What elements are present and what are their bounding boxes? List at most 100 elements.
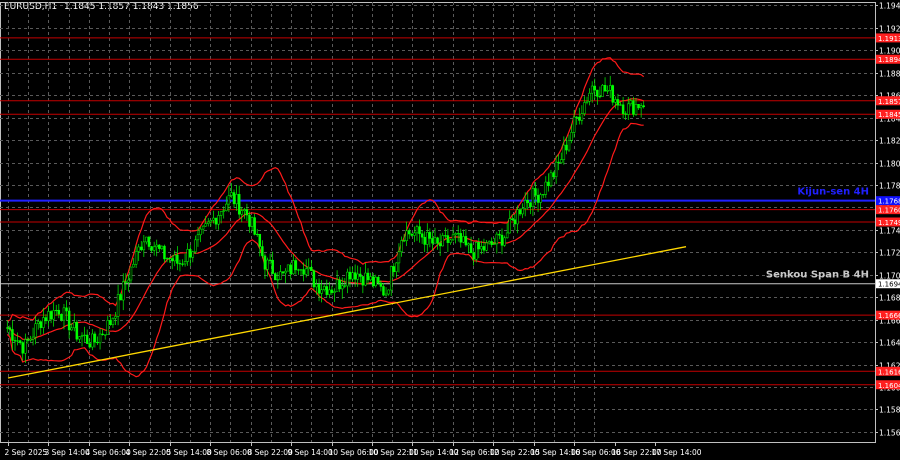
candle-body [21, 342, 24, 354]
candle-body [271, 259, 274, 274]
candle-body [590, 85, 594, 94]
candle-body [243, 209, 246, 212]
candle-body [152, 246, 156, 251]
candle-body [286, 264, 290, 272]
candle-body [294, 260, 298, 271]
candle-body [603, 84, 607, 92]
candle-body [232, 192, 236, 205]
candle-body [395, 262, 398, 272]
candle-body [165, 257, 169, 260]
candle-body [529, 202, 532, 207]
candle-body [518, 209, 522, 215]
candle-body [250, 217, 254, 227]
price-marker-text: 1.1894 [878, 56, 900, 64]
y-tick-label: 1.1902 [879, 47, 900, 56]
x-tick-label: 17 Sep 14:00 [652, 448, 702, 457]
candle-body [101, 333, 104, 335]
candle-body [449, 239, 452, 243]
candle-body [217, 215, 220, 225]
candle-body [299, 269, 303, 271]
candle-body [322, 286, 326, 290]
candle-body [611, 85, 615, 103]
candle-body [536, 194, 540, 203]
candle-body [297, 269, 300, 271]
candle-body [317, 284, 321, 294]
candle-body [361, 276, 365, 286]
candle-body [186, 249, 189, 262]
price-chart[interactable]: 1.19421.19221.19021.18821.18621.18421.18… [0, 0, 900, 460]
candle-body [85, 334, 89, 344]
candle-body [467, 243, 470, 246]
candle-body [237, 194, 241, 215]
candle-body [248, 214, 251, 227]
candle-body [261, 246, 264, 257]
candle-body [304, 268, 308, 275]
candle-body [606, 90, 609, 92]
candle-body [420, 233, 424, 238]
candle-body [88, 343, 91, 348]
candle-body [258, 233, 262, 247]
candle-body [549, 172, 553, 187]
price-marker-text: 1.1604 [878, 382, 900, 390]
candle-body [565, 144, 568, 151]
candle-body [36, 321, 40, 325]
candle-body [80, 335, 84, 337]
candle-body [428, 232, 432, 239]
candle-body [541, 194, 545, 196]
candle-body [588, 92, 591, 102]
candle-body [366, 272, 370, 281]
candle-body [196, 234, 200, 241]
candle-body [44, 317, 48, 322]
price-marker-text: 1.1768 [878, 198, 900, 206]
candle-body [328, 289, 331, 295]
candle-body [521, 208, 524, 215]
candle-body [320, 289, 323, 294]
candle-body [629, 100, 633, 105]
candle-body [436, 237, 439, 244]
candle-body [335, 279, 339, 292]
candle-body [111, 317, 115, 325]
y-tick-label: 1.1682 [879, 294, 900, 303]
candle-body [431, 238, 434, 244]
candle-body [575, 116, 578, 118]
candle-body [98, 333, 102, 344]
candle-body [469, 243, 473, 254]
candle-body [560, 159, 563, 163]
candle-body [405, 230, 408, 241]
candle-body [353, 272, 357, 280]
y-tick-label: 1.1922 [879, 25, 900, 34]
candle-body [585, 101, 589, 103]
candle-body [454, 233, 457, 236]
candle-body [163, 245, 166, 260]
y-tick-label: 1.1782 [879, 182, 900, 191]
candle-body [204, 223, 207, 227]
candle-body [240, 210, 243, 215]
candle-body [134, 251, 138, 265]
candle-body [526, 200, 530, 204]
candle-body [593, 85, 596, 91]
candle-body [392, 266, 396, 272]
candle-body [433, 237, 437, 244]
price-marker-text: 1.1845 [878, 111, 900, 119]
candle-body [402, 240, 406, 242]
candle-body [78, 336, 81, 340]
candle-body [109, 320, 112, 325]
price-marker-text: 1.1760 [878, 207, 900, 215]
candle-body [124, 281, 128, 283]
candle-body [73, 322, 76, 329]
price-marker-text: 1.1857 [878, 98, 900, 106]
candle-body [596, 89, 599, 97]
candle-body [137, 246, 140, 252]
candle-body [343, 285, 347, 287]
y-tick-label: 1.1802 [879, 160, 900, 169]
candle-body [477, 242, 481, 250]
candle-body [511, 218, 514, 221]
candle-body [18, 340, 22, 343]
price-marker-text: 1.1666 [878, 312, 900, 320]
candle-body [389, 266, 393, 291]
candle-body [438, 243, 442, 247]
candle-body [91, 333, 94, 348]
y-tick-label: 1.1822 [879, 137, 900, 146]
candle-body [459, 233, 463, 243]
candle-body [614, 99, 617, 103]
